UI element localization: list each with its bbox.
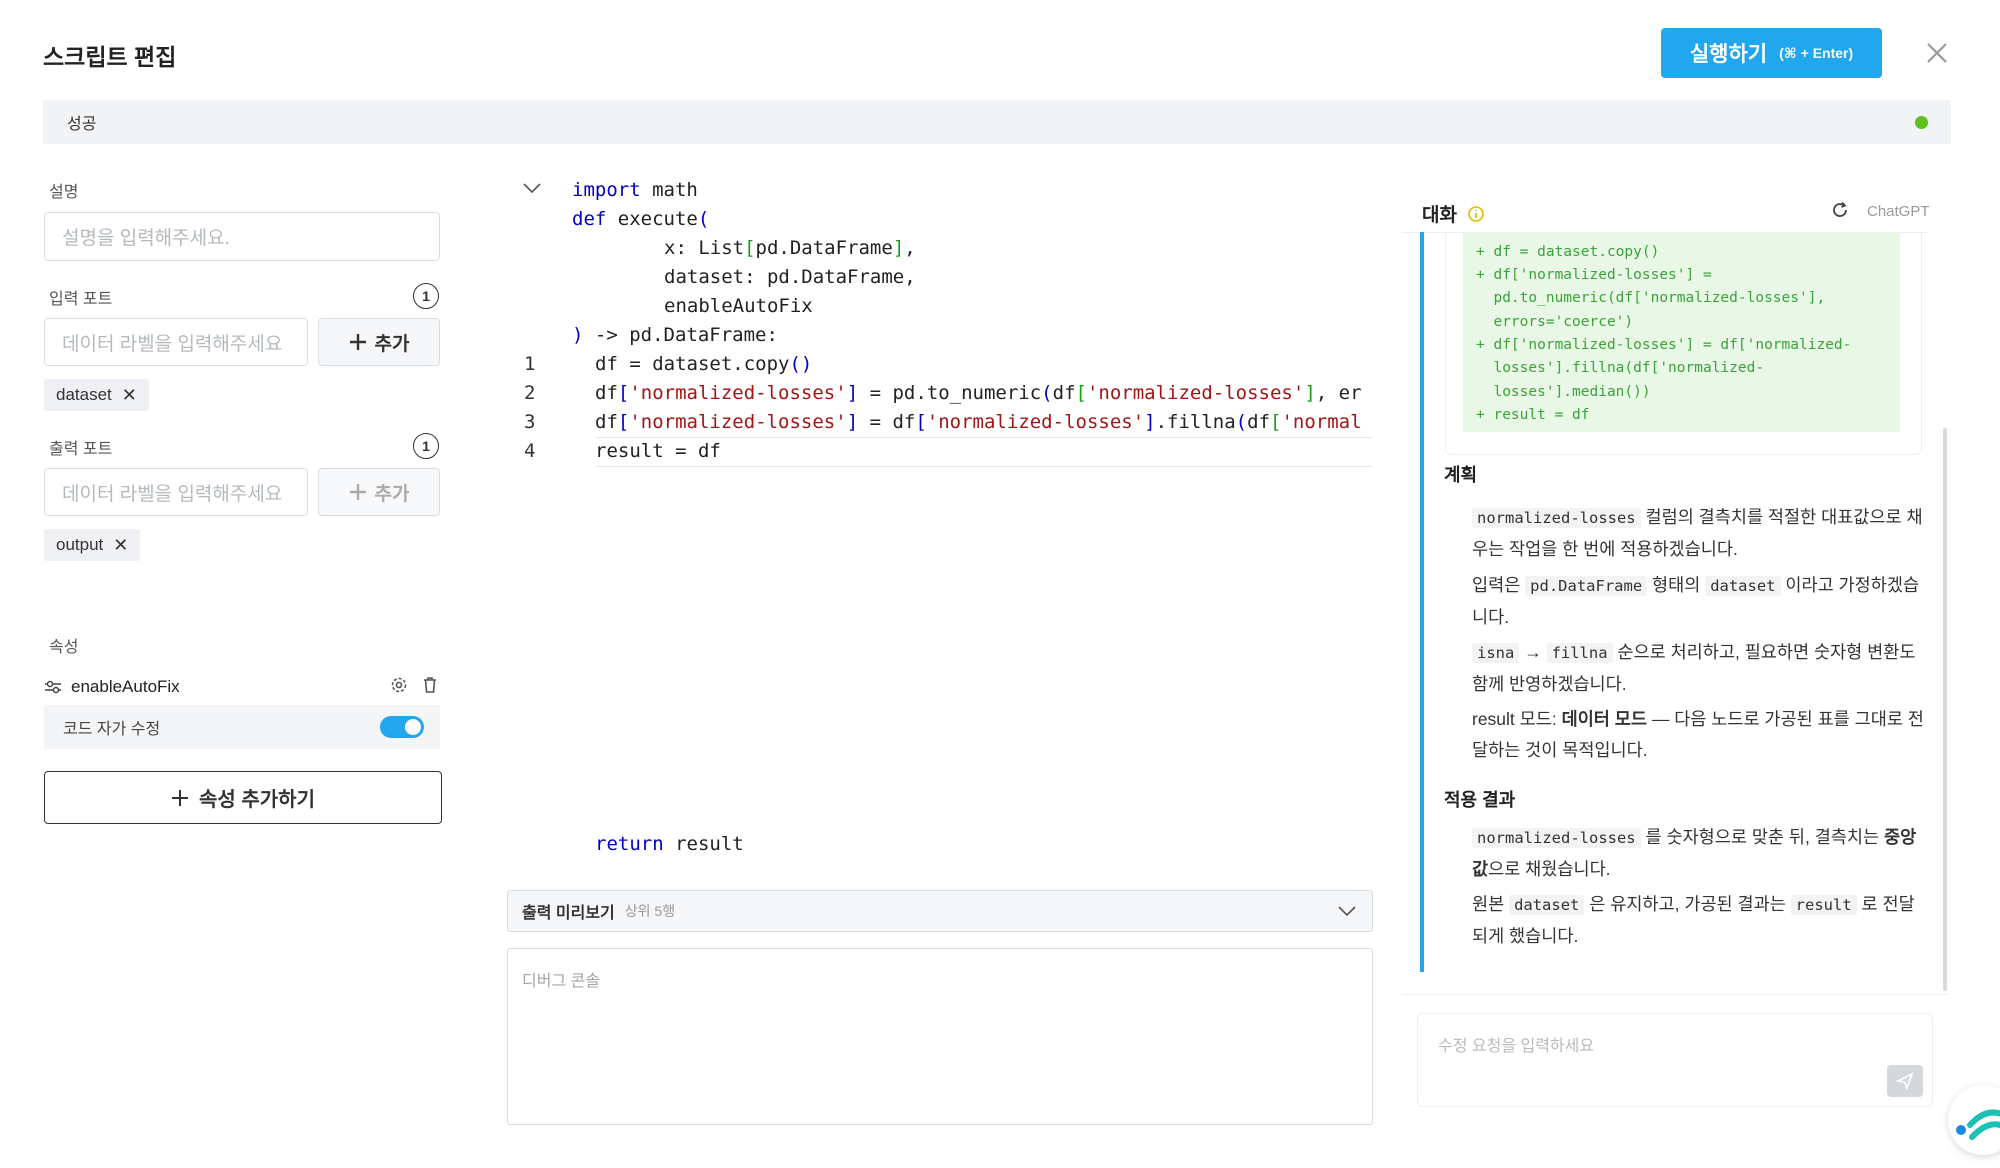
diff-line: errors='coerce') [1476, 314, 1634, 330]
send-icon [1896, 1072, 1914, 1090]
code-line: ) -> pd.DataFrame: [572, 324, 778, 346]
code-line: df['normalized-losses'] = df['normalized… [595, 411, 1362, 433]
refresh-icon[interactable] [1831, 201, 1849, 219]
auto-fix-toggle[interactable] [380, 716, 424, 738]
line-number: 4 [524, 440, 536, 462]
add-attribute-button[interactable]: 속성 추가하기 [44, 771, 442, 824]
code-line: dataset: pd.DataFrame, [664, 266, 916, 288]
chat-header: 대화 [1422, 200, 1485, 227]
preview-subtitle: 상위 5행 [624, 903, 676, 919]
code-line: import math [572, 179, 698, 201]
auto-fix-row: 코드 자가 수정 [44, 705, 440, 749]
diff-line: pd.to_numeric(df['normalized-losses'], [1476, 290, 1826, 306]
add-output-port-button[interactable]: 추가 [318, 468, 440, 516]
trash-icon[interactable] [421, 676, 439, 699]
line-number: 3 [524, 411, 536, 433]
output-port-count: 1 [413, 433, 439, 459]
chat-input-placeholder: 수정 요청을 입력하세요 [1438, 1038, 1595, 1055]
chat-title: 대화 [1422, 205, 1457, 226]
page-title: 스크립트 편집 [43, 44, 177, 70]
code-editor[interactable]: import math def execute( x: List[pd.Data… [507, 175, 1373, 875]
add-input-port-button[interactable]: 추가 [318, 318, 440, 366]
plan-heading: 계획 [1444, 465, 1478, 485]
remove-output-port-icon[interactable]: ✕ [113, 535, 128, 556]
line-number: 1 [524, 353, 536, 375]
plus-icon [349, 334, 366, 350]
input-port-chip: dataset ✕ [44, 379, 149, 411]
code-line: result = df [595, 440, 721, 462]
plus-icon [172, 789, 189, 806]
description-input[interactable]: 설명을 입력해주세요. [44, 212, 440, 261]
attribute-row: enableAutoFix [44, 677, 180, 697]
plan-paragraph: 입력은 pd.DataFrame 형태의 dataset 이라고 가정하겠습니다… [1472, 575, 1920, 627]
code-line: return result [595, 833, 744, 855]
result-paragraph: normalized-losses 를 숫자형으로 맞춘 뒤, 결측치는 중앙값… [1472, 827, 1917, 879]
add-attribute-label: 속성 추가하기 [199, 789, 315, 811]
output-port-label: 출력 포트 [49, 441, 113, 458]
diff-highlight [1463, 232, 1900, 432]
output-port-chip: output ✕ [44, 529, 141, 561]
model-label: ChatGPT [1867, 203, 1930, 220]
output-preview-bar[interactable]: 출력 미리보기 상위 5행 [507, 890, 1373, 932]
chat-input-divider [1402, 994, 1948, 995]
status-text: 성공 [67, 116, 97, 133]
run-button[interactable]: 실행하기 (⌘ + Enter) [1661, 28, 1882, 78]
input-port-field[interactable]: 데이터 라벨을 입력해주세요 [44, 318, 308, 366]
assistant-logo-icon [1956, 1109, 2000, 1140]
diff-line: + df['normalized-losses'] = df['normaliz… [1476, 337, 1852, 353]
info-icon [1468, 205, 1484, 222]
chat-input[interactable]: 수정 요청을 입력하세요 [1417, 1013, 1933, 1107]
send-button[interactable] [1887, 1065, 1923, 1097]
run-button-label: 실행하기 [1689, 43, 1768, 66]
input-port-chip-label: dataset [56, 385, 112, 404]
assistant-launcher[interactable] [1948, 1085, 2000, 1155]
description-label: 설명 [49, 184, 79, 201]
diff-line: losses'].fillna(df['normalized- [1476, 360, 1765, 376]
status-bar: 성공 [43, 100, 1951, 144]
code-line: x: List[pd.DataFrame], [664, 237, 916, 259]
chevron-down-icon[interactable] [1338, 906, 1356, 917]
plan-paragraph: isna → fillna 순으로 처리하고, 필요하면 숫자형 변환도 함께 … [1472, 642, 1916, 694]
remove-input-port-icon[interactable]: ✕ [122, 385, 137, 406]
run-shortcut: (⌘ + Enter) [1779, 44, 1854, 61]
result-paragraph: 원본 dataset 은 유지하고, 가공된 결과는 result 로 전달되게… [1472, 894, 1915, 946]
message-accent-bar [1420, 232, 1424, 972]
auto-fix-label: 코드 자가 수정 [63, 721, 161, 738]
plan-paragraph: result 모드: 데이터 모드 — 다음 노드로 가공된 표를 그대로 전달… [1472, 709, 1924, 760]
debug-console[interactable]: 디버그 콘솔 [507, 948, 1373, 1125]
result-heading: 적용 결과 [1444, 790, 1516, 810]
code-line: df = dataset.copy() [595, 353, 813, 375]
diff-line: + df = dataset.copy() [1476, 244, 1660, 260]
sliders-icon [45, 680, 61, 694]
attribute-name: enableAutoFix [71, 677, 180, 696]
settings-icon[interactable] [390, 676, 408, 699]
fold-chevron-icon[interactable] [522, 182, 542, 194]
status-indicator [1915, 116, 1928, 129]
attributes-label: 속성 [49, 639, 79, 656]
output-port-field[interactable]: 데이터 라벨을 입력해주세요 [44, 468, 308, 516]
diff-block: + df = dataset.copy() + df['normalized-l… [1445, 232, 1922, 455]
code-line: df['normalized-losses'] = pd.to_numeric(… [595, 382, 1362, 404]
diff-line: + df['normalized-losses'] = [1476, 267, 1712, 283]
preview-title: 출력 미리보기 [522, 905, 615, 922]
input-port-label: 입력 포트 [49, 291, 113, 308]
plus-icon [349, 484, 366, 500]
chat-scrollbar[interactable] [1943, 428, 1947, 991]
code-line: def execute( [572, 208, 710, 230]
output-port-chip-label: output [56, 535, 104, 554]
input-port-count: 1 [413, 283, 439, 309]
plan-paragraph: normalized-losses 컬럼의 결측치를 적절한 대표값으로 채우는… [1472, 507, 1923, 559]
add-output-port-label: 추가 [374, 483, 410, 505]
add-input-port-label: 추가 [374, 333, 410, 355]
line-number: 2 [524, 382, 536, 404]
code-line: enableAutoFix [664, 295, 813, 317]
close-icon[interactable] [1920, 36, 1954, 70]
diff-line: losses'].median()) [1476, 384, 1651, 400]
diff-line: + result = df [1476, 407, 1590, 423]
